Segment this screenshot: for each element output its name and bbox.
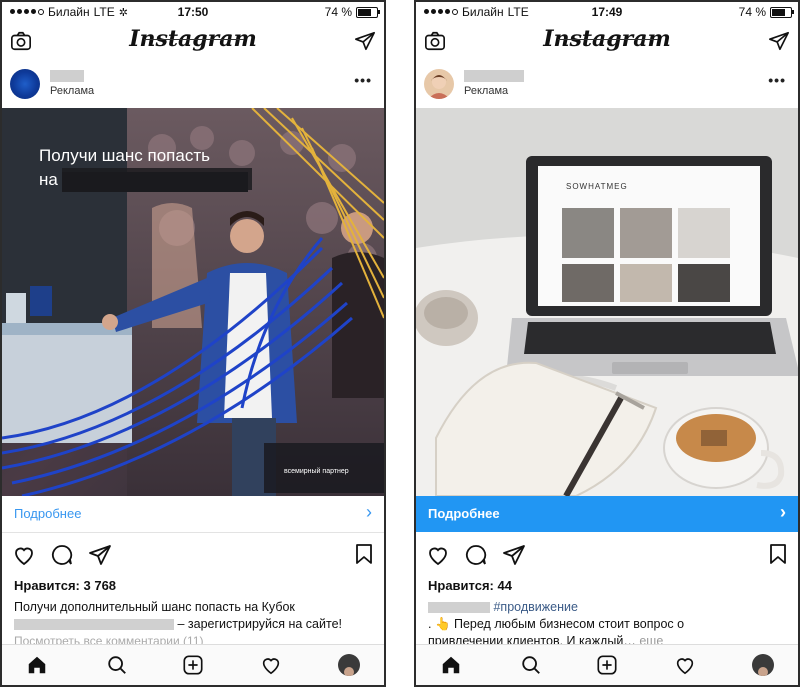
- activity-heart-icon[interactable]: [260, 654, 282, 676]
- app-header: Instagram: [2, 22, 384, 62]
- crowd-ad-image: [2, 108, 384, 496]
- home-icon[interactable]: [26, 654, 48, 676]
- redacted-text: [14, 619, 174, 631]
- likes-count[interactable]: Нравится: 3 768: [14, 578, 116, 593]
- paper-plane-icon[interactable]: [354, 30, 376, 52]
- post-header: Реклама •••: [416, 64, 798, 108]
- sponsored-label: Реклама: [50, 85, 95, 97]
- search-icon[interactable]: [106, 654, 128, 676]
- status-bar: Билайн LTE 17:49 74 %: [416, 2, 798, 22]
- post-caption: Получи дополнительный шанс попасть на Ку…: [14, 599, 374, 633]
- caption-line-1: . 👆 Перед любым бизнесом стоит вопрос о: [428, 617, 685, 631]
- post-caption: #продвижение . 👆 Перед любым бизнесом ст…: [428, 599, 788, 650]
- search-icon[interactable]: [520, 654, 542, 676]
- hashtag-link[interactable]: #продвижение: [493, 600, 577, 614]
- likes-count[interactable]: Нравится: 44: [428, 578, 512, 593]
- learn-more-label: Подробнее: [14, 506, 82, 521]
- redacted-username: [428, 602, 490, 614]
- post-photo[interactable]: SOWHATMEG: [416, 108, 798, 496]
- post-actions: [416, 540, 798, 570]
- battery-percent: 74 %: [738, 5, 766, 19]
- laptop-desk-image: [416, 108, 798, 496]
- share-icon[interactable]: [88, 543, 112, 567]
- heart-icon[interactable]: [12, 543, 36, 567]
- learn-more-button[interactable]: Подробнее ›: [2, 496, 384, 533]
- bookmark-icon[interactable]: [354, 543, 374, 565]
- chevron-right-icon: ›: [780, 502, 786, 522]
- battery-icon: [770, 6, 794, 18]
- caption-line-2: – зарегистрируйся на сайте!: [177, 617, 343, 631]
- laptop-site-title: SOWHATMEG: [566, 182, 628, 191]
- more-options-icon[interactable]: •••: [354, 72, 372, 88]
- username-blurred[interactable]: [50, 70, 84, 82]
- post-photo[interactable]: Получи шанс попасть на всемирный партнер: [2, 108, 384, 496]
- post-actions: [2, 540, 384, 570]
- phone-screen-right: Билайн LTE 17:49 74 % Instagram Реклама …: [414, 0, 800, 687]
- avatar[interactable]: [424, 69, 454, 99]
- paper-plane-icon[interactable]: [768, 30, 790, 52]
- photo-headline-1: Получи шанс попасть: [39, 146, 210, 165]
- learn-more-button[interactable]: Подробнее ›: [416, 496, 798, 532]
- bottom-tab-bar: [2, 644, 384, 685]
- comment-icon[interactable]: [50, 543, 74, 567]
- heart-icon[interactable]: [426, 543, 450, 567]
- more-options-icon[interactable]: •••: [768, 72, 786, 88]
- new-post-icon[interactable]: [182, 654, 204, 676]
- share-icon[interactable]: [502, 543, 526, 567]
- comment-icon[interactable]: [464, 543, 488, 567]
- app-header: Instagram: [416, 22, 798, 62]
- profile-avatar[interactable]: [338, 654, 360, 676]
- post-header: Реклама •••: [2, 64, 384, 108]
- battery-icon: [356, 6, 380, 18]
- photo-partner-label: всемирный партнер: [284, 468, 349, 475]
- status-bar: Билайн LTE ✲ 17:50 74 %: [2, 2, 384, 22]
- photo-headline-2: на: [39, 170, 58, 189]
- battery-percent: 74 %: [324, 5, 352, 19]
- profile-avatar[interactable]: [752, 654, 774, 676]
- home-icon[interactable]: [440, 654, 462, 676]
- bottom-tab-bar: [416, 644, 798, 685]
- header-divider: [144, 39, 244, 40]
- caption-line-1: Получи дополнительный шанс попасть на Ку…: [14, 600, 295, 614]
- new-post-icon[interactable]: [596, 654, 618, 676]
- header-divider: [558, 39, 658, 40]
- phone-screen-left: Билайн LTE ✲ 17:50 74 % Instagram Реклам…: [0, 0, 386, 687]
- sponsored-label: Реклама: [464, 85, 509, 97]
- learn-more-label: Подробнее: [428, 506, 500, 521]
- avatar[interactable]: [10, 69, 40, 99]
- username-blurred[interactable]: [464, 70, 524, 82]
- bookmark-icon[interactable]: [768, 543, 788, 565]
- chevron-right-icon: ›: [366, 502, 372, 522]
- activity-heart-icon[interactable]: [674, 654, 696, 676]
